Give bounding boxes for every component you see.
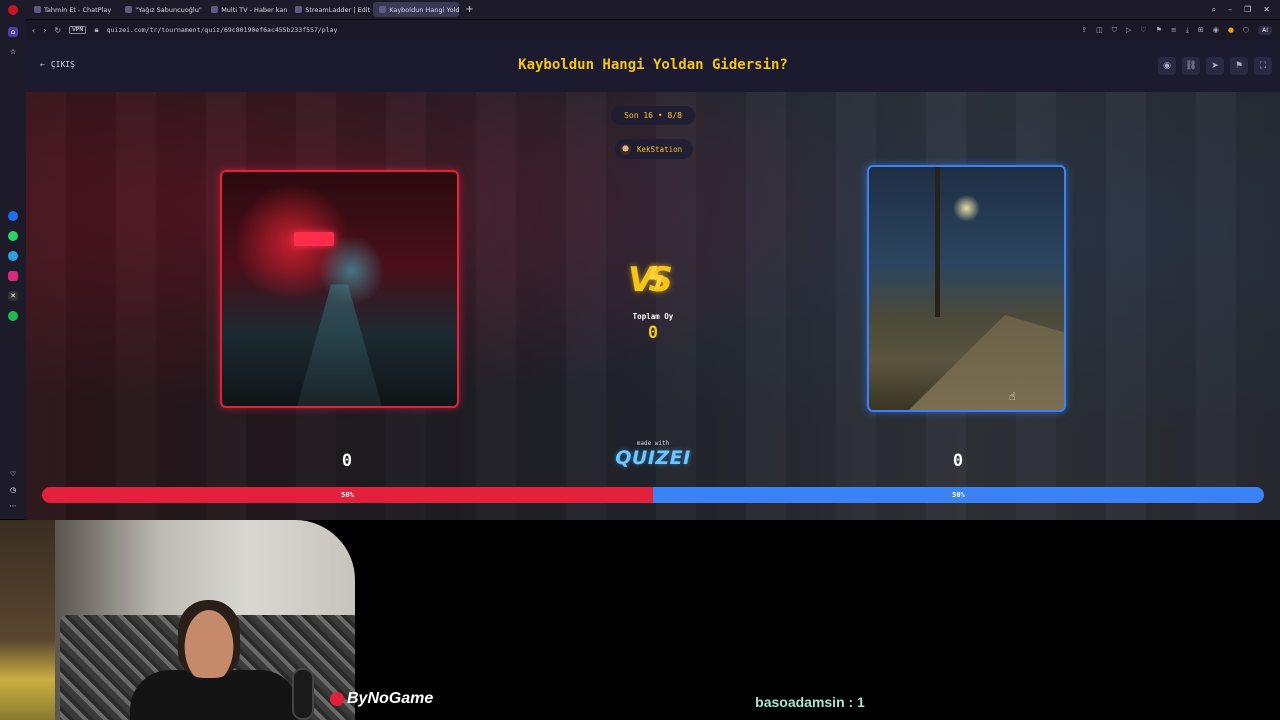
tab-favicon-icon <box>295 6 303 13</box>
tab-favicon-icon <box>379 6 387 13</box>
camera-icon[interactable]: ◫ <box>1096 26 1103 34</box>
instagram-icon[interactable] <box>8 271 18 281</box>
streamer-head-image <box>178 600 240 678</box>
neon-sign-image <box>294 232 334 246</box>
browser-tab-active[interactable]: Kayboldun Hangi Yoldan <box>373 2 460 17</box>
avatar <box>620 143 631 155</box>
browser-sidebar: ⌂ ☆ ✕ ♡ ◷ ⋯ <box>0 5 26 519</box>
forward-icon[interactable]: › <box>43 26 46 35</box>
heart-icon[interactable]: ♡ <box>1140 26 1146 34</box>
choice-card-left[interactable] <box>220 170 459 408</box>
header-actions: ◉ ⛓ ➤ ⚑ ⛶ <box>1158 57 1272 75</box>
menu-icon[interactable]: ≡ <box>1171 26 1177 34</box>
screen: Tahmin Et - ChatPlay "Yağız Sabuncuoğlu"… <box>0 0 1280 720</box>
quiz-page: ← ÇIKIŞ Kayboldun Hangi Yoldan Gidersin?… <box>26 40 1280 520</box>
reload-icon[interactable]: ↻ <box>54 26 61 35</box>
spotify-icon[interactable] <box>8 311 18 321</box>
close-icon[interactable]: ✕ <box>1263 5 1270 15</box>
browser-tab-bar: Tahmin Et - ChatPlay "Yağız Sabuncuoğlu"… <box>0 0 1280 19</box>
address-bar: ‹ › ↻ VPN 🔒︎ quizei.com/tr/tournament/qu… <box>26 20 1280 40</box>
made-with-label: made with <box>636 440 670 447</box>
right-vote-count: 0 <box>952 451 964 471</box>
sponsor-logo: ByNoGame <box>330 690 433 708</box>
profile-icon[interactable]: ◉ <box>1213 26 1219 34</box>
browser-tab[interactable]: Multi TV - Haber kanalları <box>205 2 287 17</box>
heart-icon[interactable]: ♡ <box>8 469 18 479</box>
whatsapp-icon[interactable] <box>8 231 18 241</box>
messenger-icon[interactable] <box>8 211 18 221</box>
x-icon[interactable]: ✕ <box>8 291 18 301</box>
hand-cursor-icon: ☝ <box>1009 390 1016 403</box>
chat-vote-text: basoadamsin : 1 <box>755 694 865 710</box>
tab-label: "Yağız Sabuncuoğlu" - Ar <box>135 5 203 14</box>
browser-tab[interactable]: Tahmin Et - ChatPlay <box>28 2 117 17</box>
telegram-icon[interactable] <box>8 251 18 261</box>
new-tab-icon[interactable]: + <box>465 4 473 15</box>
maximize-icon[interactable]: ❐ <box>1244 5 1251 15</box>
tab-label: Kayboldun Hangi Yoldan <box>389 5 460 14</box>
window-controls: ⌕ – ❐ ✕ <box>1212 5 1280 15</box>
road-image <box>909 315 1064 410</box>
more-icon[interactable]: ⋯ <box>8 501 18 511</box>
choice-card-right[interactable] <box>867 165 1066 412</box>
tab-favicon-icon <box>34 6 41 13</box>
sponsor-name: ByNoGame <box>347 690 434 707</box>
tab-label: Tahmin Et - ChatPlay <box>44 5 112 14</box>
left-progress-segment: 50% <box>42 487 653 503</box>
minimize-icon[interactable]: – <box>1228 5 1232 15</box>
extension-orange-icon[interactable]: ● <box>1228 26 1234 34</box>
shelf-image <box>0 520 55 720</box>
extensions-icon[interactable]: ⊞ <box>1198 26 1204 34</box>
left-vote-count: 0 <box>341 451 353 471</box>
browser-tab[interactable]: "Yağız Sabuncuoğlu" - Ar <box>119 2 203 17</box>
lock-icon[interactable]: 🔒︎ <box>94 25 98 35</box>
flag-icon[interactable]: ⚑ <box>1230 57 1248 75</box>
fullscreen-icon[interactable]: ⛶ <box>1254 57 1272 75</box>
tab-favicon-icon <box>125 6 133 13</box>
quiz-title: Kayboldun Hangi Yoldan Gidersin? <box>518 57 788 73</box>
eye-icon[interactable]: ◉ <box>1158 57 1176 75</box>
vpn-badge[interactable]: VPN <box>69 26 87 34</box>
quizei-logo[interactable]: QUIZEI <box>603 447 703 469</box>
extension-box-icon[interactable]: ⬡ <box>1243 26 1249 34</box>
microphone-image <box>292 668 314 720</box>
link-icon[interactable]: ⛓ <box>1182 57 1200 75</box>
ai-button[interactable]: AI <box>1258 25 1272 35</box>
url-field[interactable]: quizei.com/tr/tournament/quiz/69c80190ef… <box>107 26 338 34</box>
home-icon[interactable]: ⌂ <box>8 27 18 37</box>
shield-icon[interactable]: ⛉ <box>1112 26 1117 35</box>
street-pole-image <box>935 167 940 317</box>
back-icon[interactable]: ‹ <box>32 26 35 35</box>
round-indicator: Son 16 • 8/8 <box>611 106 695 125</box>
webcam-overlay <box>0 520 355 720</box>
total-votes-label: Toplam Oy <box>632 312 674 321</box>
creator-name: KekStation <box>637 144 683 154</box>
opera-logo-icon[interactable] <box>8 5 18 15</box>
address-bar-actions: ⇪ ◫ ⛉ ▷ ♡ ⚑ ≡ ⤓ ⊞ ◉ ● ⬡ AI <box>1081 25 1280 35</box>
star-icon[interactable]: ☆ <box>8 47 18 57</box>
lightning-icon: ϟ <box>646 262 666 297</box>
share-icon[interactable]: ⇪ <box>1081 26 1087 34</box>
download-icon[interactable]: ⤓ <box>1186 26 1189 35</box>
tab-label: Multi TV - Haber kanalları <box>221 5 288 14</box>
tab-favicon-icon <box>211 6 219 13</box>
creator-badge[interactable]: KekStation <box>615 139 693 159</box>
bookmark-icon[interactable]: ⚑ <box>1156 26 1162 34</box>
history-icon[interactable]: ◷ <box>8 485 18 495</box>
vote-progress-bar: 50% 50% <box>42 487 1264 503</box>
right-progress-segment: 50% <box>653 487 1264 503</box>
browser-tab[interactable]: StreamLadder | Edit Twitc <box>289 2 371 17</box>
total-votes-value: 0 <box>647 323 659 343</box>
play-icon[interactable]: ▷ <box>1126 26 1131 34</box>
bynogame-logo-icon <box>330 692 344 706</box>
search-tabs-icon[interactable]: ⌕ <box>1212 5 1216 15</box>
tab-label: StreamLadder | Edit Twitc <box>305 5 371 14</box>
vs-icon: VS ϟ <box>628 260 678 304</box>
quiz-header: ← ÇIKIŞ Kayboldun Hangi Yoldan Gidersin?… <box>26 40 1280 92</box>
send-icon[interactable]: ➤ <box>1206 57 1224 75</box>
